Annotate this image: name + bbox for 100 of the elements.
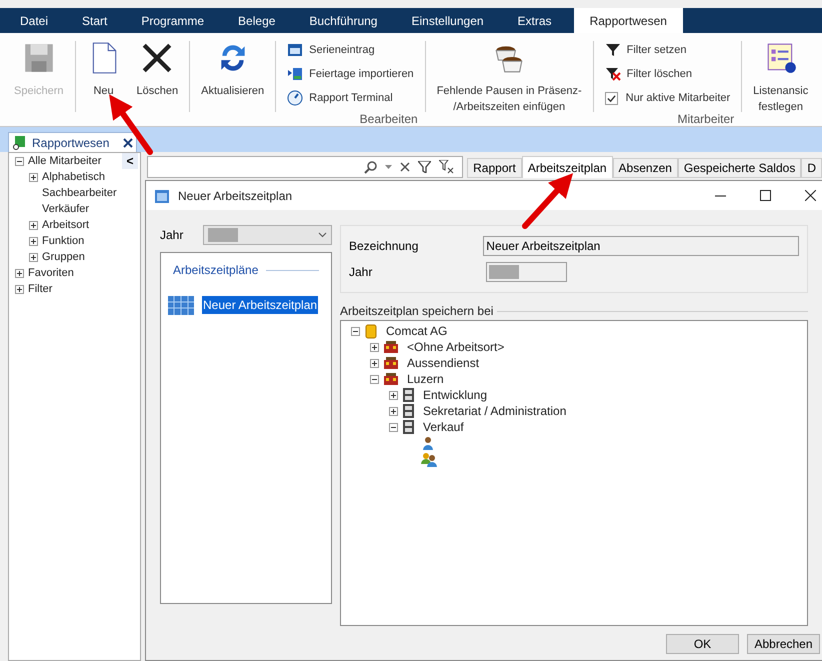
menu-tab[interactable]: Programme xyxy=(129,8,216,33)
field-label: Bezeichnung xyxy=(349,238,420,255)
chevron-icon xyxy=(318,232,327,238)
menu-tab[interactable]: Start xyxy=(70,8,120,33)
close-icon[interactable] xyxy=(123,138,134,148)
name-field[interactable]: Neuer Arbeitszeitplan xyxy=(483,236,799,256)
filter-clear-icon xyxy=(439,160,454,174)
menu-tab[interactable]: Einstellungen xyxy=(399,8,496,33)
expand-toggle[interactable] xyxy=(15,284,24,294)
dialog-button[interactable]: OK xyxy=(666,634,739,654)
tree-item[interactable]: Comcat AG xyxy=(386,322,448,340)
expand-toggle[interactable] xyxy=(29,172,38,182)
filter-clear-icon xyxy=(604,66,621,82)
building-icon xyxy=(383,372,399,386)
dialog-title: Neuer Arbeitszeitplan xyxy=(178,188,292,204)
tree-item[interactable]: Aussendienst xyxy=(407,354,480,372)
collapse-button[interactable]: < xyxy=(122,153,138,169)
caret-icon xyxy=(385,165,392,169)
tree-item[interactable]: Verkauf xyxy=(423,418,464,436)
expand-toggle[interactable] xyxy=(389,390,398,400)
tab-title: Rapportwesen xyxy=(32,134,110,152)
tree-item[interactable]: Alle Mitarbeiter xyxy=(28,152,102,170)
tree-item[interactable]: Filter xyxy=(28,280,52,298)
field-label: Jahr xyxy=(160,227,184,244)
ribbon-button[interactable]: Löschen xyxy=(132,37,182,117)
group-label: Mitarbeiter xyxy=(676,111,736,128)
collapse-toggle[interactable] xyxy=(351,326,360,336)
calendar-icon xyxy=(154,188,170,204)
clock-icon xyxy=(287,90,304,106)
ribbon-button[interactable]: Serieneintrag xyxy=(287,38,414,62)
import-icon xyxy=(287,66,304,82)
filter-icon xyxy=(418,161,432,173)
year-field[interactable] xyxy=(486,262,567,282)
search-field[interactable] xyxy=(147,156,464,178)
tree-item[interactable]: <Ohne Arbeitsort> xyxy=(407,338,504,356)
cabinet-icon xyxy=(402,403,415,419)
database-icon xyxy=(364,323,378,339)
menu-tab[interactable]: Buchführung xyxy=(297,8,390,33)
ribbon-button[interactable]: Fehlende Pausen in Präsenz- /Arbeitszeiten einfügen xyxy=(432,37,586,117)
building-icon xyxy=(383,356,399,370)
group-heading: Arbeitszeitpläne xyxy=(173,262,258,279)
ribbon-button[interactable]: Listenansic festlegen xyxy=(749,37,812,117)
menu-tab[interactable]: Extras xyxy=(506,8,564,33)
tree-item[interactable]: Sachbearbeiter xyxy=(42,184,117,202)
collapse-toggle[interactable] xyxy=(15,156,24,166)
dialog-button[interactable]: Abbrechen xyxy=(747,634,820,654)
checkbox-option[interactable]: Nur aktive Mitarbeiter xyxy=(604,86,730,110)
tree-item[interactable]: Verkäufer xyxy=(42,200,90,218)
search-icon xyxy=(364,160,378,174)
tab[interactable]: Gespeicherte Saldos xyxy=(678,158,802,178)
ribbon-button[interactable]: Neu xyxy=(82,37,125,117)
redacted-block xyxy=(208,228,238,242)
tab[interactable]: D xyxy=(801,158,822,178)
expand-toggle[interactable] xyxy=(15,268,24,278)
annotation-arrow xyxy=(522,173,574,229)
tree-item[interactable]: Luzern xyxy=(407,370,444,388)
calendar-icon xyxy=(287,42,304,58)
tab[interactable]: Rapport xyxy=(467,158,522,178)
tree-item[interactable]: Alphabetisch xyxy=(42,168,105,186)
ribbon-button[interactable]: Rapport Terminal xyxy=(287,86,414,110)
menu-tab[interactable]: Belege xyxy=(226,8,288,33)
calendar-icon xyxy=(168,295,194,315)
group-label: Bearbeiten xyxy=(358,111,419,128)
expand-toggle[interactable] xyxy=(370,358,379,368)
tree-item[interactable]: Arbeitsort xyxy=(42,216,90,234)
ribbon-button[interactable]: Filter löschen xyxy=(604,62,730,86)
cabinet-icon xyxy=(402,387,415,403)
people-icon xyxy=(421,451,437,467)
tab[interactable]: Arbeitszeitplan xyxy=(522,156,613,178)
tree-item[interactable]: Funktion xyxy=(42,232,84,250)
ribbon-button[interactable]: Aktualisieren xyxy=(197,37,268,117)
menu-tab[interactable]: Rapportwesen xyxy=(574,8,683,33)
expand-toggle[interactable] xyxy=(29,220,38,230)
annotation-arrow xyxy=(109,94,153,155)
tree-item[interactable]: Sekretariat / Administration xyxy=(423,402,566,420)
cabinet-icon xyxy=(402,419,415,435)
group-heading: Arbeitszeitplan speichern bei xyxy=(340,303,494,320)
expand-toggle[interactable] xyxy=(29,252,38,262)
collapse-toggle[interactable] xyxy=(370,374,379,384)
close-icon[interactable] xyxy=(805,190,816,201)
expand-toggle[interactable] xyxy=(370,342,379,352)
field-label: Jahr xyxy=(349,264,374,281)
tree-item[interactable]: Favoriten xyxy=(28,264,74,282)
collapse-toggle[interactable] xyxy=(389,422,398,432)
ribbon-button[interactable]: Filter setzen xyxy=(604,38,730,62)
person-icon xyxy=(421,435,435,451)
filter-icon xyxy=(604,42,621,58)
ribbon-button[interactable]: Feiertage importieren xyxy=(287,62,414,86)
tree-item[interactable]: Gruppen xyxy=(42,248,85,266)
report-icon xyxy=(12,135,26,150)
clear-icon xyxy=(400,162,410,172)
redacted-block xyxy=(489,265,519,279)
list-item[interactable]: Neuer Arbeitszeitplan xyxy=(202,296,318,314)
maximize-icon[interactable] xyxy=(760,190,771,201)
menu-tab[interactable]: Datei xyxy=(8,8,60,33)
expand-toggle[interactable] xyxy=(389,406,398,416)
tab[interactable]: Absenzen xyxy=(612,158,678,178)
document-tab[interactable]: Rapportwesen xyxy=(8,132,138,152)
expand-toggle[interactable] xyxy=(29,236,38,246)
tree-item[interactable]: Entwicklung xyxy=(423,386,488,404)
